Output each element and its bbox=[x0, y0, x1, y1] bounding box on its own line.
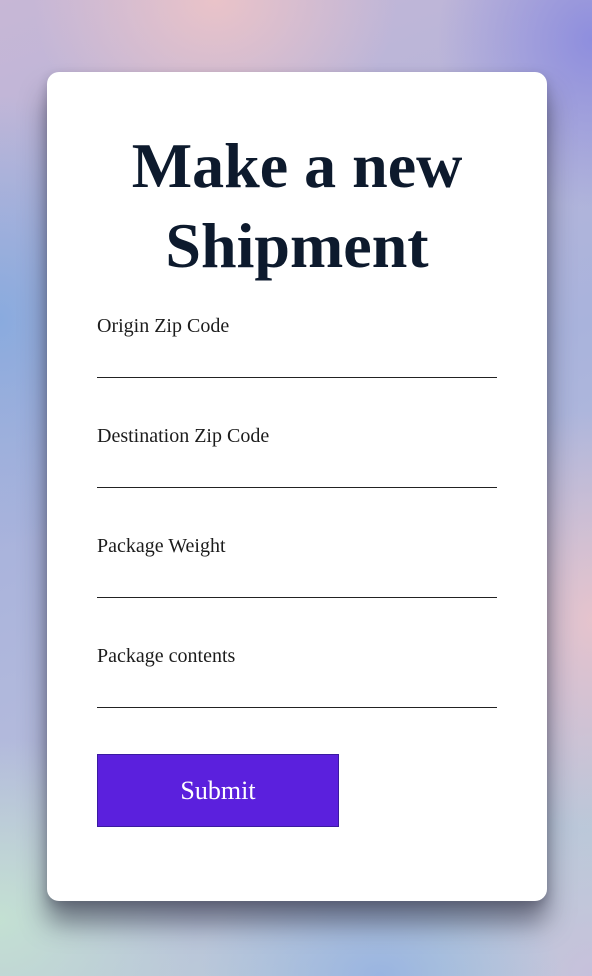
package-contents-label: Package contents bbox=[97, 645, 236, 667]
package-weight-label: Package Weight bbox=[97, 535, 226, 557]
destination-zip-label: Destination Zip Code bbox=[97, 425, 270, 447]
origin-zip-label: Origin Zip Code bbox=[97, 315, 230, 337]
package-contents-input[interactable] bbox=[97, 674, 497, 708]
package-weight-input[interactable] bbox=[97, 564, 497, 598]
form-title: Make a new Shipment bbox=[131, 130, 463, 281]
origin-zip-input[interactable] bbox=[97, 344, 497, 378]
destination-zip-input[interactable] bbox=[97, 454, 497, 488]
shipment-form-card: Make a new Shipment Origin Zip Code Dest… bbox=[47, 72, 547, 901]
submit-button[interactable]: Submit bbox=[97, 754, 339, 827]
